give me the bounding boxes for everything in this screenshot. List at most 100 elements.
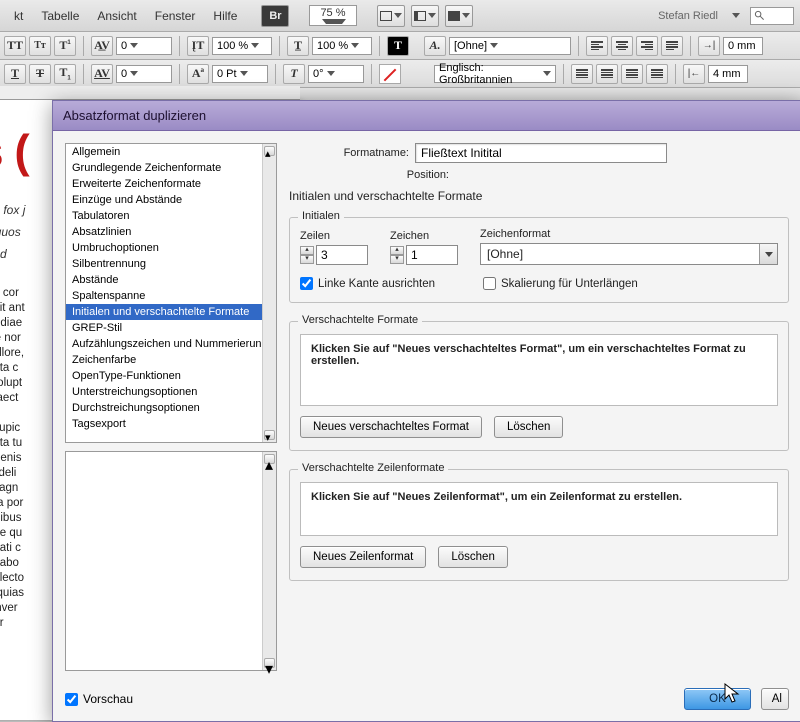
fill-icon[interactable]: T [387,36,409,56]
character-toolbar-2: T T T1 AV 0 Aª 0 Pt T 0° Englisch: Großb… [0,60,800,88]
underline-button[interactable]: T [4,64,26,84]
zeilen-input[interactable] [316,245,368,265]
delete-nested-style-button[interactable]: Löschen [494,416,563,438]
scroll-up-icon[interactable]: ▴ [264,454,275,464]
zeichen-input[interactable] [406,245,458,265]
category-item[interactable]: Silbentrennung [66,256,276,272]
menu-item[interactable]: kt [6,5,31,27]
delete-line-style-button[interactable]: Löschen [438,546,507,568]
category-item[interactable]: Zeichenfarbe [66,352,276,368]
category-item[interactable]: Unterstreichungsoptionen [66,384,276,400]
menu-item[interactable]: Hilfe [205,5,245,27]
nested-lines-list[interactable]: Klicken Sie auf "Neues Zeilenformat", um… [300,482,778,536]
category-item[interactable]: Durchstreichungsoptionen [66,400,276,416]
chevron-down-icon [351,43,359,48]
chevron-down-icon [732,13,740,18]
indent-field-2[interactable]: 4 mm [708,65,748,83]
cancel-button[interactable]: Al [761,688,789,710]
ruler: 40 [0,86,300,100]
bridge-button[interactable]: Br [261,5,289,27]
skew-field[interactable]: 0° [308,65,364,83]
vscale-field[interactable]: 100 % [212,37,272,55]
justify-all-button[interactable] [646,64,668,84]
search-box[interactable] [750,7,794,25]
category-item[interactable]: Initialen und verschachtelte Formate [66,304,276,320]
stroke-none-icon[interactable] [379,64,401,84]
justify-right-button[interactable] [621,64,643,84]
category-item[interactable]: Abstände [66,272,276,288]
justify-center-button[interactable] [596,64,618,84]
category-item[interactable]: Aufzählungszeichen und Nummerierung [66,336,276,352]
category-item[interactable]: OpenType-Funktionen [66,368,276,384]
baseline-field[interactable]: 0 Pt [212,65,268,83]
strikethrough-button[interactable]: T [29,64,51,84]
category-item[interactable]: Allgemein [66,144,276,160]
initials-legend: Initialen [298,210,344,222]
allcaps-button[interactable]: TT [4,36,26,56]
charstyle-field[interactable]: [Ohne] [449,37,571,55]
user-label: Stefan Riedl [648,10,728,22]
category-item[interactable]: Einzüge und Abstände [66,192,276,208]
menu-item[interactable]: Ansicht [89,5,144,27]
tracking-field[interactable]: 0 [116,65,172,83]
kerning-field[interactable]: 0 [116,37,172,55]
align-left-button[interactable] [586,36,608,56]
paragraph-style-dialog: Absatzformat duplizieren AllgemeinGrundl… [52,100,800,722]
menu-item[interactable]: Fenster [147,5,204,27]
category-item[interactable]: GREP-Stil [66,320,276,336]
category-list[interactable]: AllgemeinGrundlegende ZeichenformateErwe… [65,143,277,443]
indent-field[interactable]: 0 mm [723,37,763,55]
spin-up-icon[interactable]: ▴ [390,246,404,255]
zoom-combo[interactable]: 75 % [309,5,356,26]
new-nested-style-button[interactable]: Neues verschachteltes Format [300,416,482,438]
menu-item[interactable]: Tabelle [33,5,87,27]
category-item[interactable]: Grundlegende Zeichenformate [66,160,276,176]
scroll-down-icon[interactable]: ▾ [264,658,275,668]
arrange-button[interactable] [411,5,439,27]
justify-left-button[interactable] [571,64,593,84]
spin-down-icon[interactable]: ▾ [390,255,404,264]
linke-kante-checkbox[interactable]: Linke Kante ausrichten [300,277,435,290]
position-label: Position: [289,169,449,181]
zeichen-spinner[interactable]: ▴▾ [390,245,458,265]
category-item[interactable]: Tabulatoren [66,208,276,224]
chevron-down-icon [765,252,773,257]
preview-checkbox[interactable]: Vorschau [65,692,133,706]
subscript-button[interactable]: T1 [54,64,76,84]
category-item[interactable]: Umbruchoptionen [66,240,276,256]
align-center-button[interactable] [611,36,633,56]
category-item[interactable]: Spaltenspanne [66,288,276,304]
new-line-style-button[interactable]: Neues Zeilenformat [300,546,426,568]
scrollbar[interactable]: ▴ ▾ [262,144,276,442]
scrollbar[interactable]: ▴ ▾ [262,452,276,670]
superscript-button[interactable]: T1 [54,36,76,56]
skalierung-checkbox[interactable]: Skalierung für Unterlängen [483,277,638,290]
chevron-down-icon [462,13,470,18]
dialog-titlebar[interactable]: Absatzformat duplizieren [53,101,800,131]
smallcaps-button[interactable]: Tт [29,36,51,56]
zeilen-spinner[interactable]: ▴▾ [300,245,368,265]
scroll-up-icon[interactable]: ▴ [264,146,275,156]
formatname-input[interactable] [415,143,667,163]
preview-box: ▴ ▾ [65,451,277,671]
language-field[interactable]: Englisch: Großbritannien [434,65,556,83]
hscale-field[interactable]: 100 % [312,37,372,55]
category-item[interactable]: Absatzlinien [66,224,276,240]
category-item[interactable]: Erweiterte Zeichenformate [66,176,276,192]
ok-button[interactable]: OK [684,688,751,710]
spin-up-icon[interactable]: ▴ [300,246,314,255]
initials-group: Initialen Zeilen ▴▾ Zeichen ▴▾ [289,217,789,303]
nested-list[interactable]: Klicken Sie auf "Neues verschachteltes F… [300,334,778,406]
category-item[interactable]: Tagsexport [66,416,276,432]
nested-styles-group: Verschachtelte Formate Klicken Sie auf "… [289,321,789,451]
view-options-button[interactable] [445,5,473,27]
dialog-footer: Vorschau OK Al [53,677,800,721]
align-justify-button[interactable] [661,36,683,56]
vscale-icon: ĮT [187,36,209,56]
zeichenformat-combo[interactable]: [Ohne] [480,243,778,265]
spin-down-icon[interactable]: ▾ [300,255,314,264]
screen-mode-button[interactable] [377,5,405,27]
scroll-down-icon[interactable]: ▾ [264,430,275,440]
align-right-button[interactable] [636,36,658,56]
zeilen-label: Zeilen [300,230,368,242]
